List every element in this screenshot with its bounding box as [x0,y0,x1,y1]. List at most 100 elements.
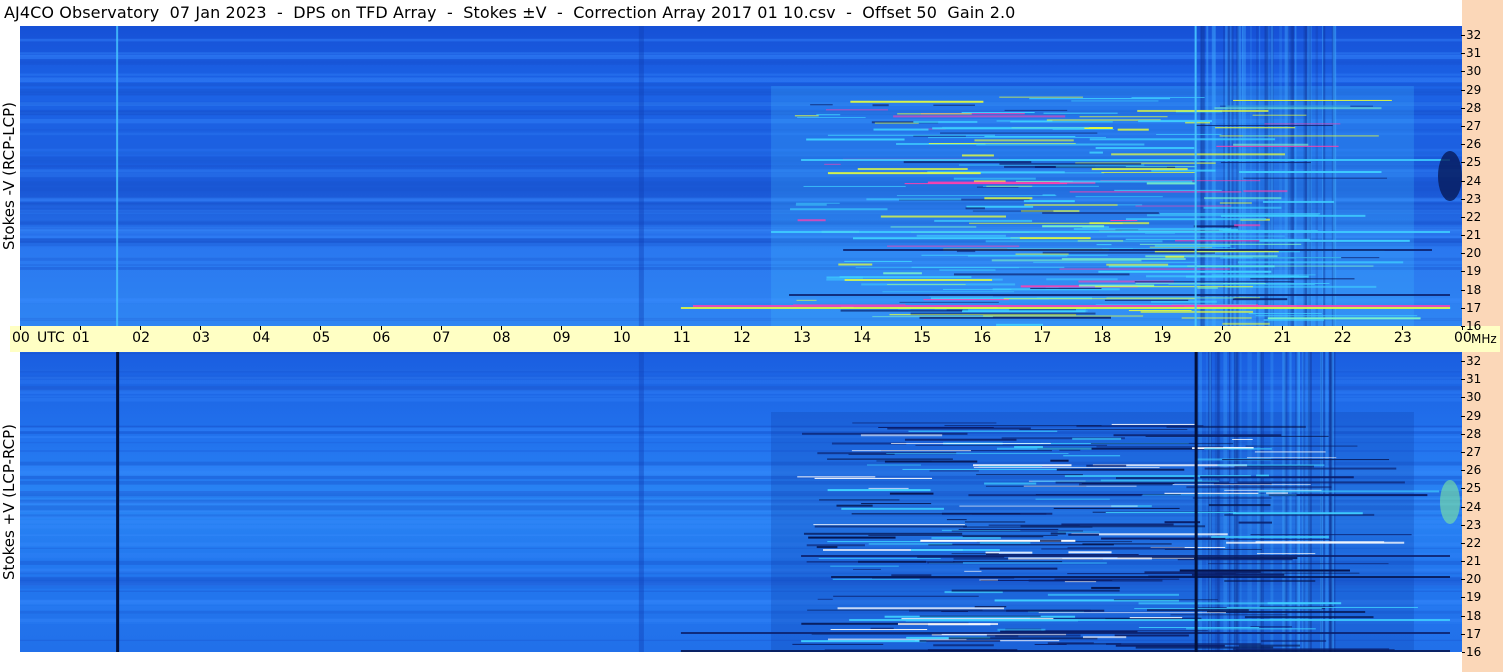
emission-streak [1129,617,1183,619]
emission-streak [964,521,1026,523]
utc-tick-label: 00 [12,330,30,346]
column-stripe [1333,26,1337,326]
emission-streak [1111,423,1195,425]
emission-streak [1068,551,1112,554]
band-stripe [20,375,1462,380]
column-stripe [1231,26,1234,326]
emission-streak [1146,182,1197,185]
emission-streak [951,553,999,555]
mhz-tick-label: 17 [1460,300,1482,315]
emission-streak [1105,512,1237,514]
emission-streak [806,138,905,141]
emission-streak [852,422,997,424]
emission-streak [1089,138,1276,141]
column-stripe [1212,26,1215,326]
emission-streak [1145,435,1329,437]
emission-streak [841,507,944,510]
emission-streak [903,161,1032,164]
emission-streak [882,291,1015,293]
emission-streak [813,524,965,526]
emission-streak [1100,479,1203,482]
emission-streak [837,607,1005,610]
emission-streak [851,450,972,452]
emission-streak [908,609,1091,612]
column-stripe [1287,26,1290,326]
emission-streak [1208,504,1271,507]
emission-streak [1232,298,1288,301]
utc-tick-label: 17 [1033,330,1052,346]
emission-streak [953,177,1036,180]
emission-streak [1090,443,1234,445]
emission-streak [797,219,826,222]
emission-streak [1038,612,1226,614]
emission-streak [899,301,999,303]
emission-streak [1042,225,1105,228]
emission-streak [1138,602,1309,605]
emission-streak [1102,248,1236,250]
emission-streak [1091,586,1120,589]
emission-streak [933,104,975,106]
emission-streak [1211,535,1329,538]
mhz-tick-label: 18 [1460,282,1482,297]
emission-line [692,305,1450,307]
emission-streak [984,197,1033,200]
emission-streak [1134,281,1294,283]
emission-streak [827,458,953,460]
emission-streak [1264,123,1341,125]
emission-streak [1043,112,1118,114]
emission-streak [976,474,1083,476]
emission-streak [1114,189,1222,191]
emission-streak [1028,579,1163,582]
emission-streak [985,554,1139,556]
emission-streak [1056,468,1185,471]
emission-streak [1059,268,1230,270]
emission-streak [1069,191,1242,193]
emission-streak [1047,593,1180,596]
bottom-margin [0,652,1462,672]
mhz-tick-label: 28 [1460,100,1482,115]
emission-streak [1168,284,1315,286]
emission-streak [997,628,1046,631]
emission-streak [1170,614,1288,616]
emission-streak [887,427,1031,430]
chart-title: AJ4CO Observatory 07 Jan 2023 - DPS on T… [4,3,1016,22]
emission-streak [874,122,919,124]
emission-streak [1075,196,1163,198]
emission-streak [1082,636,1127,639]
utc-tick-label: 02 [132,330,150,346]
emission-streak [803,185,906,187]
emission-streak [942,126,1090,128]
vertical-marker [116,26,119,326]
mhz-tick-label: 23 [1460,191,1482,206]
emission-streak [1160,213,1321,215]
emission-line [680,307,1450,309]
emission-streak [1089,151,1103,154]
emission-streak [996,120,1053,122]
emission-streak [1096,244,1112,246]
emission-streak [915,444,1108,446]
emission-streak [876,460,932,462]
emission-streak [923,299,1009,301]
emission-streak [933,644,994,647]
emission-streak [910,549,1000,552]
emission-streak [1095,147,1195,150]
mhz-tick-label: 29 [1460,82,1482,97]
emission-streak [891,442,1051,444]
emission-streak [868,534,1058,536]
emission-streak [1156,133,1222,135]
emission-streak [850,100,984,103]
band-stripe [20,395,1462,398]
emission-streak [1062,557,1195,559]
emission-streak [1222,459,1390,461]
emission-streak [928,544,1114,546]
utc-tick-label: 10 [612,330,631,346]
emission-streak [1106,263,1169,266]
emission-streak [1023,485,1137,487]
utc-tick-label: 16 [973,330,992,346]
frequency-labels-bottom: 32 31 30 29 28 27 26 25 24 23 22 21 20 19 18 17 16 [1460,352,1503,658]
emission-streak [1151,300,1217,303]
emission-streak [1135,282,1266,284]
emission-streak [1137,109,1269,112]
emission-streak [908,430,1058,432]
utc-tick-label: 12 [733,330,751,346]
